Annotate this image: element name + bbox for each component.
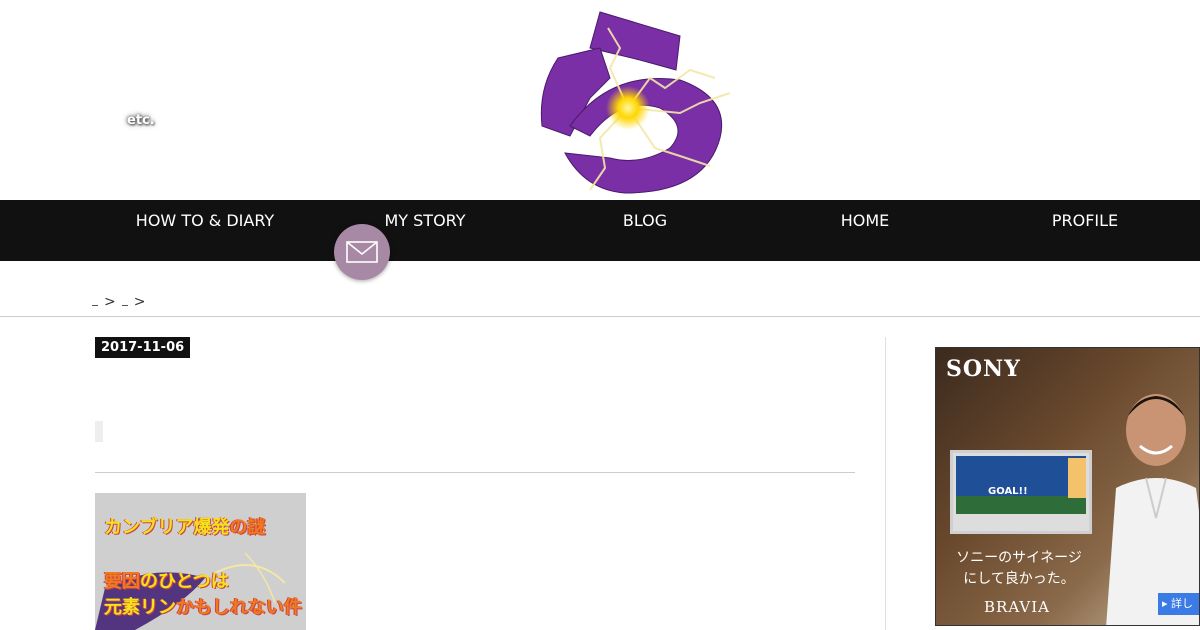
nav-item-home[interactable]: HOME: [755, 211, 975, 230]
thumbnail-text-highlight: カンブリア爆発: [104, 517, 230, 538]
ad-tv-image: GOAL!!: [950, 450, 1092, 534]
breadcrumb-separator: >: [104, 294, 116, 310]
ad-tv-screen-graphic: [956, 456, 1086, 514]
breadcrumb-category-link[interactable]: [121, 303, 128, 306]
thumbnail-text: 要因: [104, 571, 140, 592]
ad-more-button[interactable]: ▸ 詳し: [1158, 593, 1199, 615]
nav-item-blog[interactable]: BLOG: [535, 211, 755, 230]
ad-copy-line1: ソニーのサイネージ: [956, 550, 1082, 566]
breadcrumb-separator: >: [133, 294, 146, 310]
thumbnail-text: かもしれない件: [176, 597, 302, 618]
site-header: etc.: [0, 0, 1200, 200]
main-nav: HOW TO & DIARY MY STORY BLOG HOME PROFIL…: [0, 200, 1200, 261]
article-divider: [95, 472, 855, 473]
breadcrumb-home-link[interactable]: [92, 303, 98, 306]
nav-item-how-to-diary[interactable]: HOW TO & DIARY: [95, 211, 315, 230]
thumbnail-text-line3: 元素リンかもしれない件: [104, 593, 302, 619]
sidebar-ad-banner[interactable]: SONY GOAL!! ソニーのサイネージ にして良かった。 BRAVIA ▸ …: [935, 347, 1200, 626]
etc-label: etc.: [127, 113, 155, 128]
post-date-badge: 2017-11-06: [95, 337, 191, 358]
thumbnail-text-line1: カンブリア爆発の謎: [104, 513, 265, 539]
article-thumbnail[interactable]: カンブリア爆発の謎 要因のひとつは 元素リンかもしれない件: [95, 493, 306, 630]
thumbnail-text: の謎: [229, 517, 266, 538]
ad-product-name: BRAVIA: [984, 598, 1050, 616]
thumbnail-text-highlight: 元素リン: [104, 597, 176, 618]
thumbnail-text-line2: 要因のひとつは: [104, 567, 229, 593]
contact-mail-button[interactable]: [334, 224, 390, 280]
play-icon: ▸: [1162, 597, 1172, 610]
ad-tv-banner-text: GOAL!!: [988, 486, 1028, 497]
post-title-placeholder: [95, 421, 103, 442]
envelope-icon: [346, 241, 378, 263]
nav-item-profile[interactable]: PROFILE: [975, 211, 1195, 230]
site-logo[interactable]: [530, 8, 740, 198]
ad-brand-logo: SONY: [946, 356, 1021, 382]
ad-person-image: [1106, 394, 1199, 625]
sidebar-divider: [885, 337, 886, 630]
ad-tv-screen: GOAL!!: [956, 456, 1086, 514]
thumbnail-text-highlight: のひとつは: [140, 571, 229, 592]
breadcrumb: > >: [92, 294, 145, 310]
ad-copy: ソニーのサイネージ にして良かった。: [954, 548, 1084, 590]
ad-more-label: 詳し: [1171, 597, 1194, 610]
breadcrumb-divider: [0, 316, 1200, 317]
ad-copy-line2: にして良かった。: [963, 571, 1075, 587]
